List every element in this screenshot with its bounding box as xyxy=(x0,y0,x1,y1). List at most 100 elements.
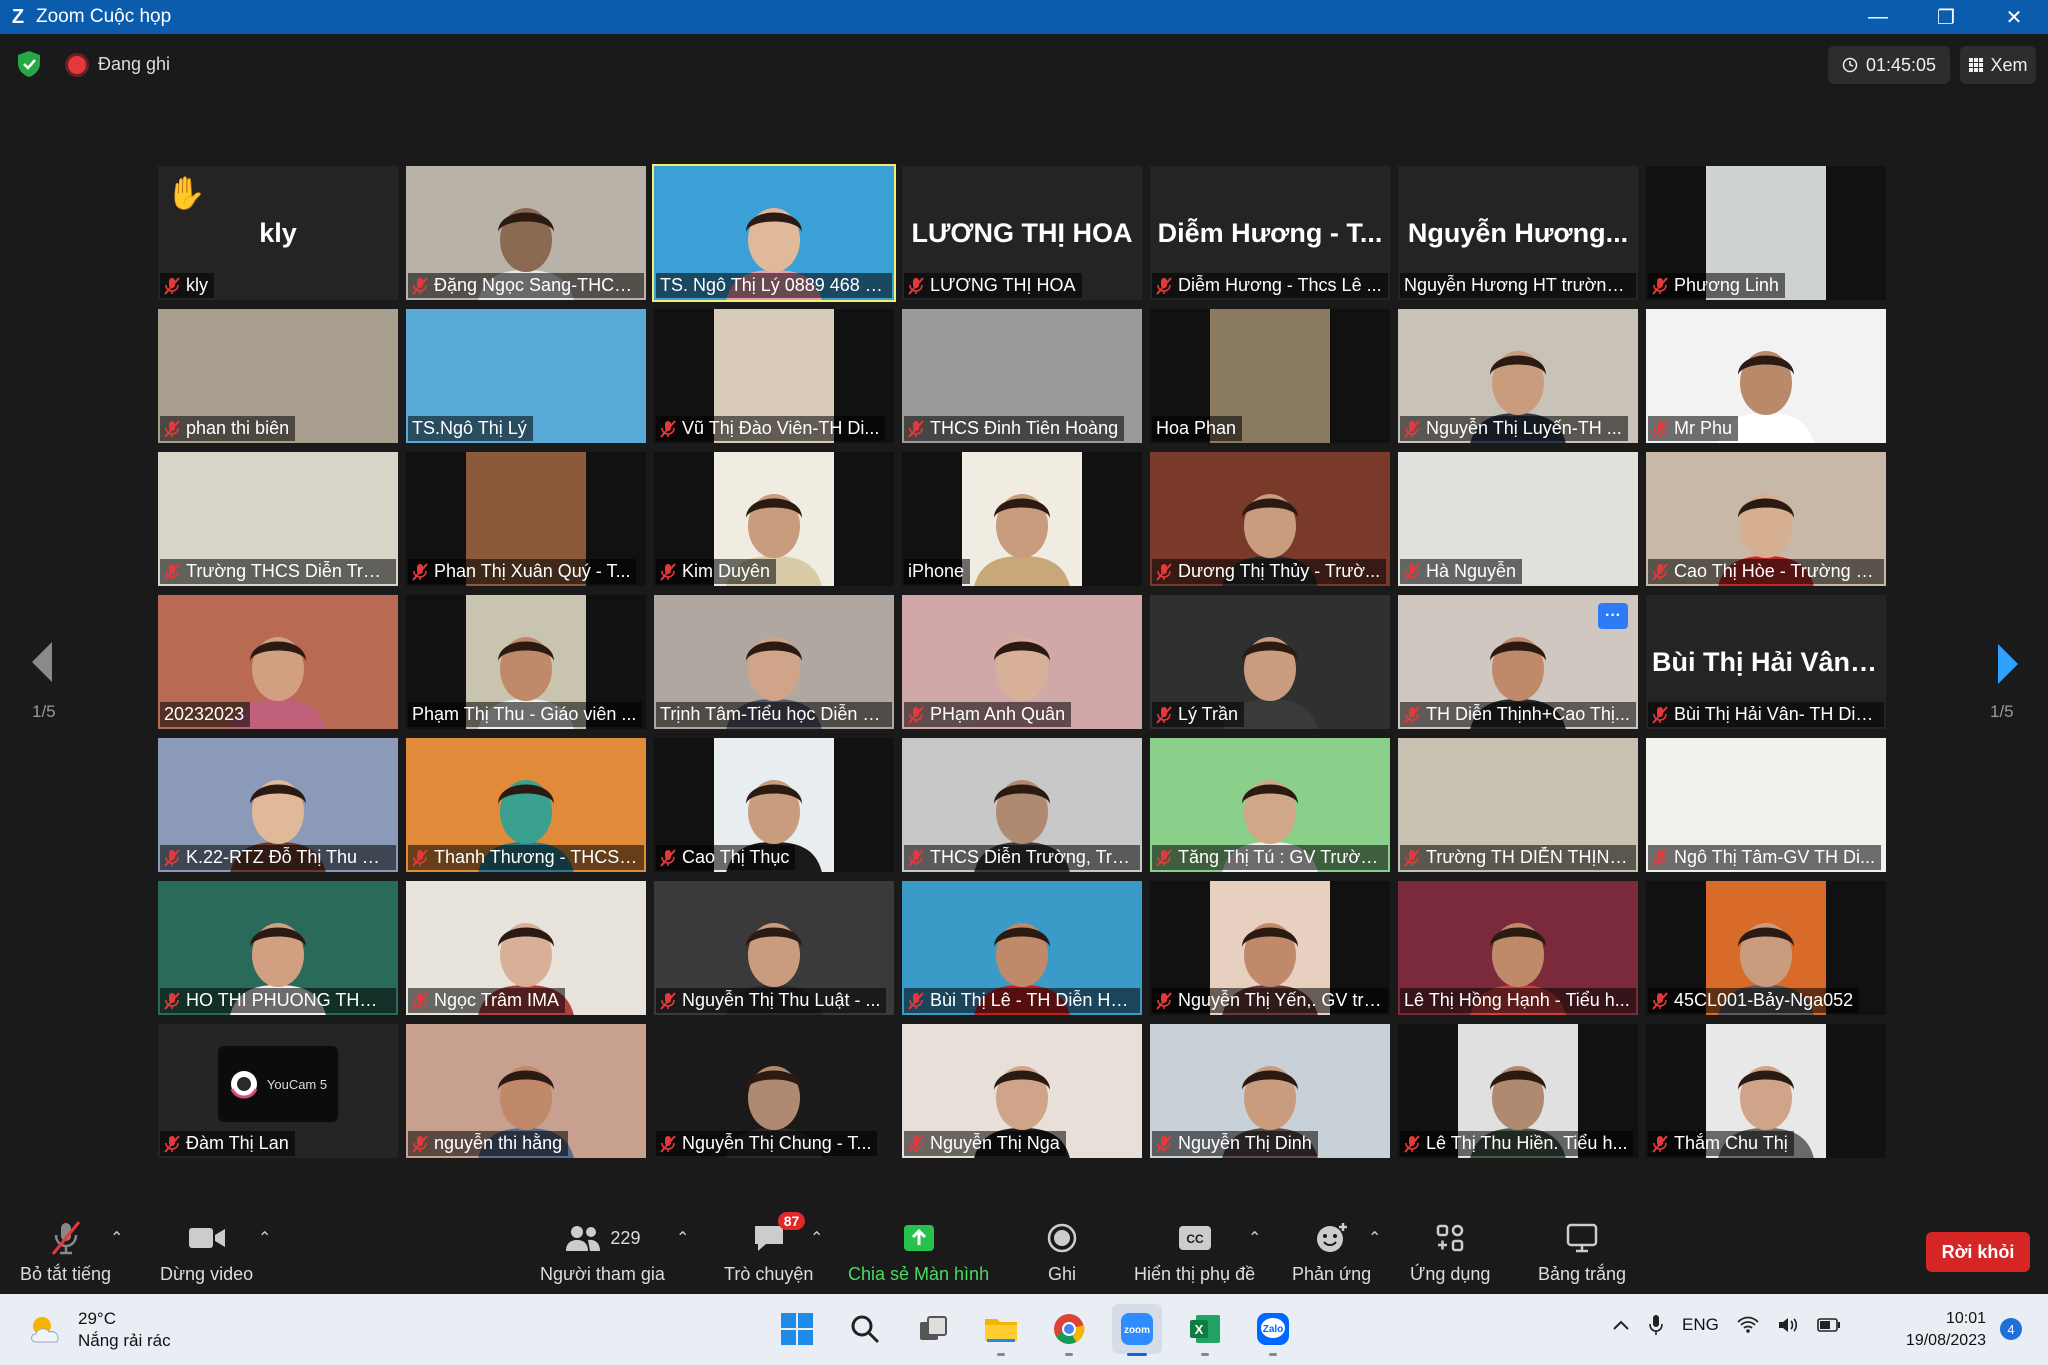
participant-tile[interactable]: Trường TH DIỄN THỊNH... xyxy=(1398,738,1638,872)
participant-tile[interactable]: K.22-RTZ Đỗ Thị Thu Tr... xyxy=(158,738,398,872)
participant-tile[interactable]: Phạm Thị Thu - Giáo viên ... xyxy=(406,595,646,729)
participant-tile[interactable]: 45CL001-Bảy-Nga052 xyxy=(1646,881,1886,1015)
participant-tile[interactable]: Lý Trần xyxy=(1150,595,1390,729)
participant-tile[interactable]: Thanh Thương - THCS ... xyxy=(406,738,646,872)
participant-tile[interactable]: Bùi Thị Hải Vân-... Bùi Thị Hải Vân- TH D… xyxy=(1646,595,1886,729)
participant-tile[interactable]: Phan Thị Xuân Quý - T... xyxy=(406,452,646,586)
participant-tile[interactable]: Trường THCS Diễn Trườ... xyxy=(158,452,398,586)
chrome-button[interactable] xyxy=(1044,1304,1094,1356)
participant-name: TH Diễn Thịnh+Cao Thị... xyxy=(1426,704,1630,724)
zoom-taskbar-button[interactable]: zoom xyxy=(1112,1304,1162,1356)
stop-video-button[interactable]: Dừng video xyxy=(160,1220,253,1285)
participant-tile[interactable]: TS.Ngô Thị Lý xyxy=(406,309,646,443)
participants-button[interactable]: 229 Người tham gia xyxy=(540,1220,665,1285)
participant-tile[interactable]: Diễm Hương - T... Diễm Hương - Thcs Lê ..… xyxy=(1150,166,1390,300)
chat-options-caret-icon[interactable]: ⌃ xyxy=(810,1228,823,1248)
restore-button[interactable]: ❐ xyxy=(1912,0,1980,34)
participant-tile[interactable]: THCS Diễn Trường, Trần... xyxy=(902,738,1142,872)
participant-tile[interactable]: Cao Thị Hòe - Trường ti... xyxy=(1646,452,1886,586)
participant-tile[interactable]: Hoa Phan xyxy=(1150,309,1390,443)
speaker-icon[interactable] xyxy=(1777,1316,1799,1334)
previous-page-arrow-icon[interactable] xyxy=(28,640,56,684)
participant-tile[interactable]: Cao Thị Thục xyxy=(654,738,894,872)
taskbar-search-button[interactable] xyxy=(840,1304,890,1354)
participant-tile[interactable]: Đặng Ngọc Sang-THCS... xyxy=(406,166,646,300)
participant-tile[interactable]: iPhone xyxy=(902,452,1142,586)
participant-name: nguyễn thi hằng xyxy=(434,1133,563,1153)
participant-tile[interactable]: Ngọc Trâm IMA xyxy=(406,881,646,1015)
battery-icon[interactable] xyxy=(1817,1318,1841,1332)
participant-tile[interactable]: Dương Thị Thủy - Trườ... xyxy=(1150,452,1390,586)
task-view-button[interactable] xyxy=(908,1304,958,1354)
chat-button[interactable]: 87 Trò chuyện xyxy=(724,1212,813,1285)
input-language[interactable]: ENG xyxy=(1682,1315,1719,1335)
participant-tile[interactable]: Nguyễn Hương... Nguyễn Hương HT trường ..… xyxy=(1398,166,1638,300)
participant-tile[interactable]: ··· TH Diễn Thịnh+Cao Thị... xyxy=(1398,595,1638,729)
taskbar-clock[interactable]: 10:01 19/08/2023 xyxy=(1890,1308,1986,1352)
participant-tile[interactable]: YouCam 5 Đàm Thị Lan xyxy=(158,1024,398,1158)
participant-tile[interactable]: Hà Nguyễn xyxy=(1398,452,1638,586)
participant-tile[interactable]: LƯƠNG THỊ HOA LƯƠNG THỊ HOA xyxy=(902,166,1142,300)
participant-tile[interactable]: Nguyễn Thị Thu Luật - ... xyxy=(654,881,894,1015)
zalo-button[interactable]: Zalo xyxy=(1248,1304,1298,1356)
participant-tile[interactable]: 20232023 xyxy=(158,595,398,729)
record-button[interactable]: Ghi xyxy=(1046,1220,1078,1285)
participant-tile[interactable]: Ngô Thị Tâm-GV TH Di... xyxy=(1646,738,1886,872)
mute-options-caret-icon[interactable]: ⌃ xyxy=(110,1228,123,1248)
excel-button[interactable]: X xyxy=(1180,1304,1230,1356)
participant-tile[interactable]: Nguyễn Thị Dinh xyxy=(1150,1024,1390,1158)
participant-tile[interactable]: Bùi Thị Lê - TH Diễn Hả... xyxy=(902,881,1142,1015)
participant-tile[interactable]: phan thi biên xyxy=(158,309,398,443)
microphone-muted-icon xyxy=(908,848,924,867)
clock-time: 10:01 xyxy=(1945,1310,1986,1327)
participant-tile[interactable]: THCS Đinh Tiên Hoàng xyxy=(902,309,1142,443)
close-button[interactable]: ✕ xyxy=(1980,0,2048,34)
leave-meeting-button[interactable]: Rời khỏi xyxy=(1926,1232,2030,1272)
participant-tile[interactable]: TS. Ngô Thị Lý 0889 468 968 xyxy=(652,164,896,302)
share-screen-button[interactable]: Chia sẻ Màn hình xyxy=(848,1220,989,1285)
participant-tile[interactable]: Trịnh Tâm-Tiểu học Diễn Hải xyxy=(654,595,894,729)
participant-tile[interactable]: nguyễn thi hằng xyxy=(406,1024,646,1158)
security-shield-icon[interactable] xyxy=(16,50,42,78)
participant-tile[interactable]: Nguyễn Thị Luyến-TH ... xyxy=(1398,309,1638,443)
participant-tile[interactable]: Vũ Thị Đào Viên-TH Di... xyxy=(654,309,894,443)
participants-options-caret-icon[interactable]: ⌃ xyxy=(676,1228,689,1248)
captions-button[interactable]: CC Hiển thị phụ đề xyxy=(1134,1220,1255,1285)
start-button[interactable] xyxy=(772,1304,822,1354)
recording-indicator[interactable]: Đang ghi xyxy=(68,54,170,75)
chat-unread-badge: 87 xyxy=(777,1212,806,1230)
participant-tile[interactable]: Kim Duyên xyxy=(654,452,894,586)
participant-tile[interactable]: Nguyễn Thị Nga xyxy=(902,1024,1142,1158)
participant-tile[interactable]: PHạm Anh Quân xyxy=(902,595,1142,729)
chevron-up-icon[interactable] xyxy=(1612,1319,1630,1331)
participant-tile[interactable]: Mr Phu xyxy=(1646,309,1886,443)
file-explorer-button[interactable] xyxy=(976,1304,1026,1356)
reactions-button[interactable]: Phản ứng xyxy=(1292,1220,1371,1285)
participant-tile[interactable]: kly ✋ kly xyxy=(158,166,398,300)
mute-button[interactable]: Bỏ tắt tiếng xyxy=(20,1220,111,1285)
notification-count-badge[interactable]: 4 xyxy=(2000,1318,2022,1340)
wifi-icon[interactable] xyxy=(1737,1316,1759,1334)
captions-options-caret-icon[interactable]: ⌃ xyxy=(1248,1228,1261,1248)
participant-tile[interactable]: HO THI PHUONG THCS ... xyxy=(158,881,398,1015)
participant-tile[interactable]: Tăng Thị Tú : GV Trườn... xyxy=(1150,738,1390,872)
participant-tile[interactable]: Phương Linh xyxy=(1646,166,1886,300)
video-options-caret-icon[interactable]: ⌃ xyxy=(258,1228,271,1248)
more-options-button[interactable]: ··· xyxy=(1598,603,1628,629)
weather-widget[interactable]: 29°C Nắng rải rác xyxy=(26,1308,171,1352)
view-button[interactable]: Xem xyxy=(1960,46,2036,84)
next-page-arrow-icon[interactable] xyxy=(1994,642,2022,686)
participant-tile[interactable]: Nguyễn Thị Chung - T... xyxy=(654,1024,894,1158)
participant-name-label: TH Diễn Thịnh+Cao Thị... xyxy=(1400,702,1636,727)
participant-tile[interactable]: Lê Thị Hồng Hạnh - Tiểu h... xyxy=(1398,881,1638,1015)
microphone-icon[interactable] xyxy=(1648,1314,1664,1336)
participant-tile[interactable]: Lê Thị Thu Hiền. Tiểu h... xyxy=(1398,1024,1638,1158)
whiteboard-button[interactable]: Bảng trắng xyxy=(1538,1220,1626,1285)
participant-tile[interactable]: Nguyễn Thị Yến,. GV trư... xyxy=(1150,881,1390,1015)
windows-start-icon xyxy=(781,1313,813,1345)
participant-name-label: Nguyễn Thị Dinh xyxy=(1152,1131,1318,1156)
reactions-options-caret-icon[interactable]: ⌃ xyxy=(1368,1228,1381,1248)
apps-button[interactable]: Ứng dụng xyxy=(1410,1220,1490,1285)
participant-tile[interactable]: Thắm Chu Thị xyxy=(1646,1024,1886,1158)
minimize-button[interactable]: — xyxy=(1844,0,1912,34)
